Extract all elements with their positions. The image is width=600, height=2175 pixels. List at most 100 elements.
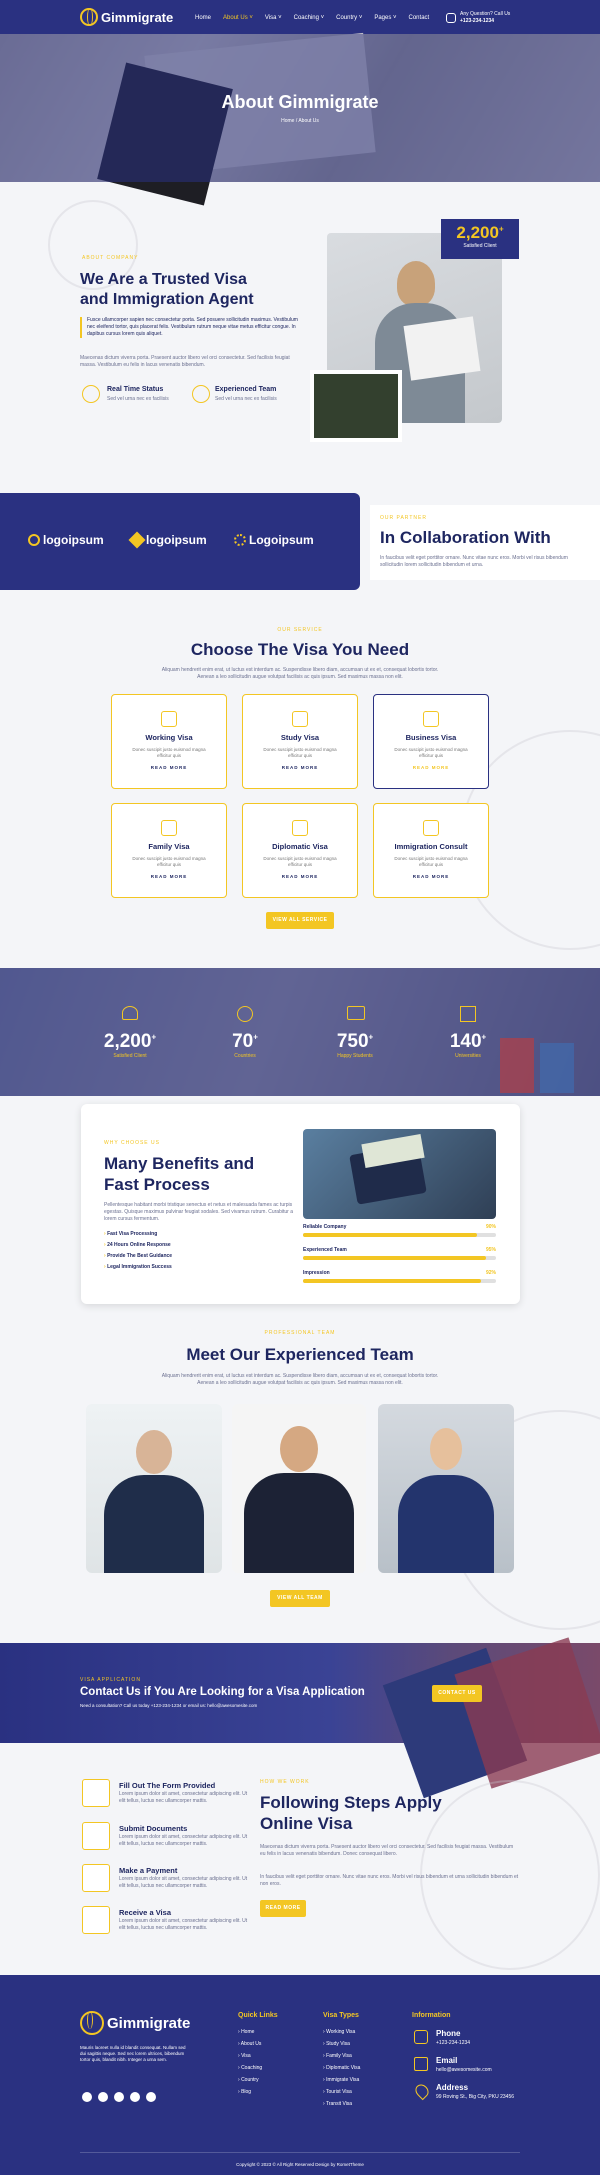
footer-link[interactable]: › Tourist Visa [323,2086,360,2098]
service-card-title: Immigration Consult [394,842,468,851]
footer-link[interactable]: › Visa [238,2050,262,2062]
read-more-link[interactable]: READ MORE [374,874,488,879]
team-tag: Professional Team [264,1330,336,1336]
read-more-link[interactable]: READ MORE [112,765,226,770]
feature-team-title: Experienced Team [215,386,277,393]
view-all-team-button[interactable]: VIEW ALL TEAM [270,1590,330,1607]
footer-link[interactable]: › Coaching [238,2062,262,2074]
footer-link[interactable]: › Immigrate Visa [323,2074,360,2086]
user-icon [122,1006,138,1020]
stat-label: Universities [455,1053,481,1059]
stat-number: 70 [232,1031,254,1052]
footer-link[interactable]: › Family Visa [323,2050,360,2062]
read-more-link[interactable]: READ MORE [243,874,357,879]
globe-icon [80,2011,104,2035]
footer-link[interactable]: › Working Visa [323,2026,360,2038]
team-member-2[interactable] [232,1404,366,1573]
steps-tag: How We Work [260,1779,310,1785]
bar-fill [303,1279,481,1283]
copyright: Copyright © 2023 © All Right Reserved De… [236,2162,364,2167]
form-icon [82,1779,110,1807]
stat-countries: 70+ Countries [215,1006,275,1059]
service-card-diplomatic[interactable]: Diplomatic Visa Donec suscipit justo eui… [242,803,358,898]
feature-real-time-title: Real Time Status [107,386,164,393]
call-box[interactable]: Any Question? Call Us +123-234-1234 [446,11,510,25]
footer-link[interactable]: › Blog [238,2086,262,2098]
menu-item-country[interactable]: Country ˅ [336,15,362,21]
menu-item-contact[interactable]: Contact [409,15,430,21]
visa-types-list: › Working Visa › Study Visa › Family Vis… [323,2026,360,2110]
team-member-1[interactable] [86,1404,222,1573]
footer-link[interactable]: › Study Visa [323,2038,360,2050]
suitcase-icon [423,711,439,727]
read-more-link[interactable]: READ MORE [243,765,357,770]
stat-label: Satisfied Client [113,1053,147,1059]
service-card-desc: Donec suscipit justo euismod magna effic… [394,856,468,867]
menu-item-about[interactable]: About Us ˅ [223,15,253,21]
footer-brand-name: Gimmigrate [107,2014,191,2032]
footer-link[interactable]: › Country [238,2074,262,2086]
step-3-title: Make a Payment [119,1866,178,1875]
services-intro: Aliquam hendrerit enim erat, ut luctus e… [161,667,439,680]
service-card-title: Business Visa [405,733,457,742]
footer-link[interactable]: › Home [238,2026,262,2038]
footer-link[interactable]: › Diplomatic Visa [323,2062,360,2074]
service-card-title: Working Visa [145,733,193,742]
service-card-consult[interactable]: Immigration Consult Donec suscipit justo… [373,803,489,898]
youtube-icon[interactable] [130,2092,140,2102]
footer-brand-logo[interactable]: Gimmigrate [80,2011,190,2035]
about-photo-passport [310,370,402,442]
about-quote: Fusce ullamcorper sapien nec consectetur… [80,317,300,338]
partner-logo-3[interactable]: Logoipsum [234,533,314,547]
badge-number: 2,200 [456,223,499,242]
service-card-working[interactable]: Working Visa Donec suscipit justo euismo… [111,694,227,789]
information-title: Information [412,2012,451,2019]
partner-logo-2[interactable]: logoipsum [128,531,207,549]
read-more-link[interactable]: READ MORE [112,874,226,879]
satisfied-client-badge: 2,200+ Satisfied Client [441,219,519,259]
menu-item-pages[interactable]: Pages ˅ [374,15,396,21]
linkedin-icon[interactable] [146,2092,156,2102]
team-icon [192,385,210,403]
service-card-family[interactable]: Family Visa Donec suscipit justo euismod… [111,803,227,898]
service-card-desc: Donec suscipit justo euismod magna effic… [132,856,206,867]
team-intro: Aliquam hendrerit enim erat, ut luctus e… [161,1373,439,1386]
footer-phone[interactable]: +123-234-1234 [436,2040,470,2046]
twitter-icon[interactable] [98,2092,108,2102]
stat-universities: 140+ Universities [438,1006,498,1059]
menu-item-home[interactable]: Home [195,15,211,21]
benefits-list: › Fast Visa Processing › 24 Hours Online… [104,1229,172,1273]
footer-link[interactable]: › Transit Visa [323,2098,360,2110]
bar-percent: 90% [485,1224,496,1230]
contact-us-button[interactable]: CONTACT US [432,1685,482,1702]
stat-number: 2,200 [103,1031,152,1052]
bar-percent: 92% [485,1270,496,1276]
footer-email[interactable]: hello@awesomesite.com [436,2067,492,2073]
footer-link[interactable]: › About Us [238,2038,262,2050]
read-more-link[interactable]: READ MORE [374,765,488,770]
facebook-icon[interactable] [82,2092,92,2102]
breadcrumb[interactable]: Home / About Us [0,118,600,124]
steps-title: Following Steps Apply Online Visa [260,1793,442,1833]
footer-about: Mauris laoreet nulla id blandit consequa… [80,2045,186,2062]
documents-icon [82,1822,110,1850]
view-all-service-button[interactable]: VIEW ALL SERVICE [266,912,334,929]
read-more-button[interactable]: READ MORE [260,1900,306,1917]
service-card-study[interactable]: Study Visa Donec suscipit justo euismod … [242,694,358,789]
menu-item-visa[interactable]: Visa ˅ [265,15,282,21]
social-links [82,2092,156,2102]
call-label: Any Question? Call Us [460,11,511,17]
brand-logo[interactable]: Gimmigrate [80,8,173,26]
partner-logo-1[interactable]: logoipsum [28,533,104,547]
instagram-icon[interactable] [114,2092,124,2102]
step-2-text: Lorem ipsum dolor sit amet, consectetur … [119,1834,248,1847]
document-icon [292,820,308,836]
bar-label: Reliable Company [303,1224,347,1230]
stat-number: 140 [449,1031,482,1052]
benefits-tag: Why Choose Us [104,1140,160,1146]
menu-item-coaching[interactable]: Coaching ˅ [294,15,325,21]
stat-students: 750+ Happy Students [325,1006,385,1059]
benefit-item: › Legal Immigration Success [104,1264,172,1270]
team-member-3[interactable] [378,1404,514,1573]
service-card-business[interactable]: Business Visa Donec suscipit justo euism… [373,694,489,789]
